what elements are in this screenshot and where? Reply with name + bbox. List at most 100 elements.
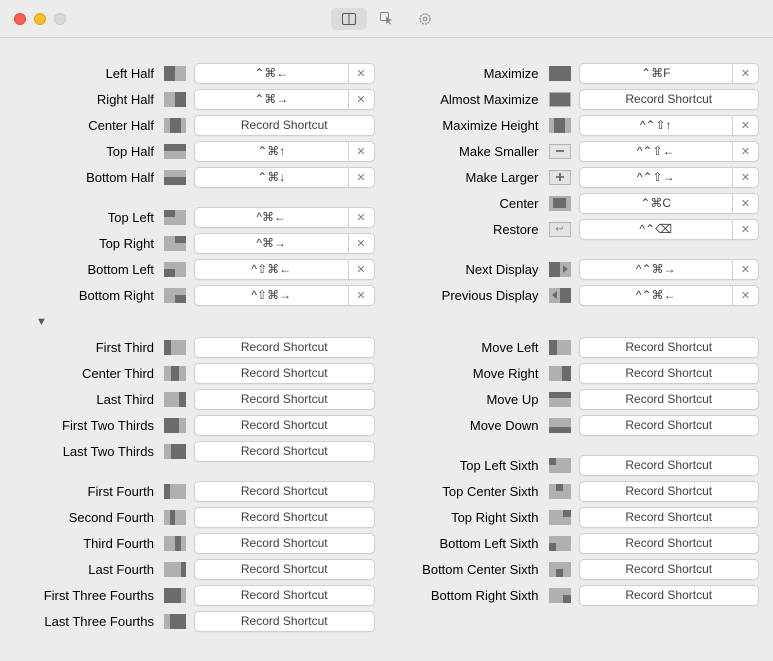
close-window-button[interactable] (14, 13, 26, 25)
shortcut-field[interactable]: Record Shortcut (579, 507, 760, 528)
shortcut-field[interactable]: Record Shortcut (194, 507, 375, 528)
shortcut-value: Record Shortcut (195, 562, 374, 576)
shortcut-field[interactable]: Record Shortcut (194, 363, 375, 384)
shortcut-field[interactable]: Record Shortcut (579, 415, 760, 436)
label-second-fourth: Second Fourth (14, 510, 164, 525)
window-shape-icon (549, 562, 571, 577)
shortcut-field[interactable]: ^⇧⌘→✕ (194, 285, 375, 306)
minimize-window-button[interactable] (34, 13, 46, 25)
shortcut-field[interactable]: ⌃⌘↓✕ (194, 167, 375, 188)
shortcut-field[interactable]: ^⇧⌘←✕ (194, 259, 375, 280)
shortcut-field[interactable]: Record Shortcut (579, 585, 760, 606)
window-shape-icon (549, 536, 571, 551)
shortcut-field[interactable]: ⌃⌘↑✕ (194, 141, 375, 162)
clear-shortcut-button[interactable]: ✕ (732, 286, 758, 305)
toolbar (331, 8, 443, 30)
shortcut-field[interactable]: Record Shortcut (579, 363, 760, 384)
shortcut-field[interactable]: ^⌃⇧↑✕ (579, 115, 760, 136)
shortcut-field[interactable]: ^⌃⌘→✕ (579, 259, 760, 280)
shortcut-field[interactable]: ^⌘←✕ (194, 207, 375, 228)
shortcut-value: ^⌃⌘← (580, 288, 733, 302)
shortcut-field[interactable]: Record Shortcut (579, 89, 760, 110)
row-center-half: Center Half Record Shortcut (14, 112, 375, 138)
shortcut-field[interactable]: ^⌘→✕ (194, 233, 375, 254)
label-right-half: Right Half (14, 92, 164, 107)
window-shape-icon (164, 366, 186, 381)
clear-shortcut-button[interactable]: ✕ (732, 168, 758, 187)
shortcut-field[interactable]: Record Shortcut (194, 389, 375, 410)
row-top-right-sixth: Top Right SixthRecord Shortcut (399, 504, 760, 530)
shortcut-field[interactable]: ⌃⌘→✕ (194, 89, 375, 110)
shortcut-field[interactable]: Record Shortcut (194, 611, 375, 632)
clear-shortcut-button[interactable]: ✕ (732, 220, 758, 239)
clear-shortcut-button[interactable]: ✕ (732, 194, 758, 213)
shortcut-field[interactable]: Record Shortcut (579, 481, 760, 502)
shortcut-field[interactable]: Record Shortcut (194, 415, 375, 436)
window-shape-icon (164, 484, 186, 499)
clear-shortcut-button[interactable]: ✕ (348, 64, 374, 83)
label-first-fourth: First Fourth (14, 484, 164, 499)
label-center-half: Center Half (14, 118, 164, 133)
tab-layout[interactable] (331, 8, 367, 30)
label-left-half: Left Half (14, 66, 164, 81)
row-last-two-thirds: Last Two ThirdsRecord Shortcut (14, 438, 375, 464)
shortcut-field[interactable]: Record Shortcut (194, 533, 375, 554)
label-center-third: Center Third (14, 366, 164, 381)
shortcut-value: Record Shortcut (195, 340, 374, 354)
shortcut-field[interactable]: ⌃⌘F✕ (579, 63, 760, 84)
shortcut-field[interactable]: Record Shortcut (194, 441, 375, 462)
shortcut-value: ^⌃⌘→ (580, 262, 733, 276)
shortcut-field[interactable]: Record Shortcut (579, 389, 760, 410)
shortcut-field[interactable]: ^⌃⇧←✕ (579, 141, 760, 162)
shortcut-field[interactable]: Record Shortcut (194, 337, 375, 358)
label-first-third: First Third (14, 340, 164, 355)
clear-shortcut-button[interactable]: ✕ (732, 116, 758, 135)
shortcut-field[interactable]: Record Shortcut (579, 559, 760, 580)
shortcut-field[interactable]: ^⌃⌫✕ (579, 219, 760, 240)
shortcut-field[interactable]: ^⌃⇧→✕ (579, 167, 760, 188)
shortcut-field[interactable]: ⌃⌘C✕ (579, 193, 760, 214)
label-bottom-right: Bottom Right (14, 288, 164, 303)
shortcut-field[interactable]: ⌃⌘←✕ (194, 63, 375, 84)
label-almost-maximize: Almost Maximize (399, 92, 549, 107)
clear-shortcut-button[interactable]: ✕ (348, 260, 374, 279)
row-bottom-right-sixth: Bottom Right SixthRecord Shortcut (399, 582, 760, 608)
shortcut-field[interactable]: Record Shortcut (579, 533, 760, 554)
label-next-display: Next Display (399, 262, 549, 277)
shortcut-field[interactable]: Record Shortcut (194, 481, 375, 502)
titlebar (0, 0, 773, 38)
shortcut-field[interactable]: Record Shortcut (579, 337, 760, 358)
window-shape-icon (164, 170, 186, 185)
clear-shortcut-button[interactable]: ✕ (348, 142, 374, 161)
window-shape-icon (549, 366, 571, 381)
shortcut-field[interactable]: Record Shortcut (194, 559, 375, 580)
shortcut-field[interactable]: Record Shortcut (194, 585, 375, 606)
shortcut-value: Record Shortcut (195, 614, 374, 628)
clear-shortcut-button[interactable]: ✕ (348, 208, 374, 227)
clear-shortcut-button[interactable]: ✕ (732, 64, 758, 83)
disclosure-toggle[interactable]: ▼ (14, 308, 759, 334)
tab-snap[interactable] (369, 8, 405, 30)
row-center: Center⌃⌘C✕ (399, 190, 760, 216)
row-top-half: Top Half⌃⌘↑✕ (14, 138, 375, 164)
shortcut-field[interactable]: Record Shortcut (194, 115, 375, 136)
label-bottom-center-sixth: Bottom Center Sixth (399, 562, 549, 577)
tab-settings[interactable] (407, 8, 443, 30)
window-shape-icon (164, 418, 186, 433)
clear-shortcut-button[interactable]: ✕ (732, 260, 758, 279)
clear-shortcut-button[interactable]: ✕ (348, 234, 374, 253)
clear-shortcut-button[interactable]: ✕ (348, 286, 374, 305)
label-bottom-left-sixth: Bottom Left Sixth (399, 536, 549, 551)
zoom-window-button (54, 13, 66, 25)
shortcut-field[interactable]: Record Shortcut (579, 455, 760, 476)
clear-shortcut-button[interactable]: ✕ (732, 142, 758, 161)
clear-shortcut-button[interactable]: ✕ (348, 168, 374, 187)
shortcut-value: Record Shortcut (195, 588, 374, 602)
window-shape-icon (549, 340, 571, 355)
clear-shortcut-button[interactable]: ✕ (348, 90, 374, 109)
label-top-left-sixth: Top Left Sixth (399, 458, 549, 473)
shortcut-value: Record Shortcut (580, 392, 759, 406)
row-top-center-sixth: Top Center SixthRecord Shortcut (399, 478, 760, 504)
shortcut-field[interactable]: ^⌃⌘←✕ (579, 285, 760, 306)
shortcut-value: ^⇧⌘→ (195, 288, 348, 302)
